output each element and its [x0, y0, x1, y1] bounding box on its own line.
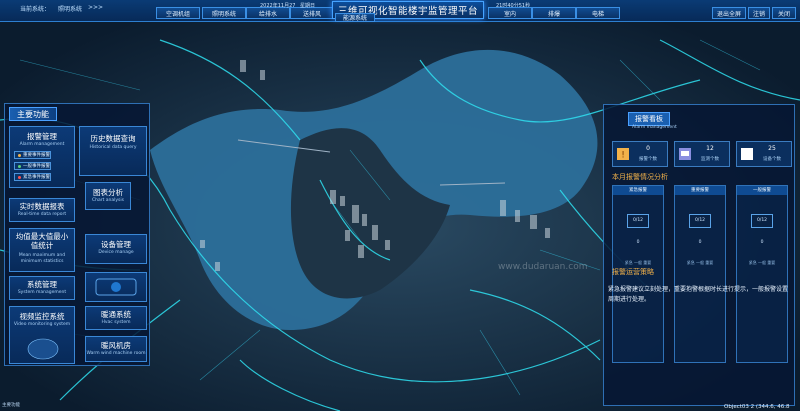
normal-alarm-column: 一般报警 0/12 0 紧急 一般 重要: [736, 185, 788, 363]
device-preview-tile[interactable]: [85, 272, 147, 302]
nav-hvac-button[interactable]: 空调机组: [156, 7, 200, 19]
close-button[interactable]: 关闭: [772, 7, 796, 19]
logout-button[interactable]: 注销: [748, 7, 770, 19]
panel-title: 主要功能: [9, 107, 57, 121]
device-count-stat: 25 设备个数: [736, 141, 792, 167]
history-query-tile[interactable]: 历史数据查询 Historical data query: [79, 126, 147, 176]
main-functions-panel: 主要功能 报警管理 Alarm management 重要事件报警 一般事件报警…: [4, 103, 150, 366]
monthly-alarm-title: 本月报警情况分析: [612, 173, 668, 181]
current-system-value: 照明系统: [58, 6, 83, 13]
nav-energy-button[interactable]: 能源系统: [335, 13, 375, 22]
date-text: 2022年11月27: [260, 3, 296, 9]
nav-indoor-button[interactable]: 室内: [488, 7, 532, 19]
normal-alarm-button[interactable]: 一般事件报警: [14, 162, 51, 170]
warning-icon: !: [617, 148, 629, 160]
weekday-text: 星期日: [300, 3, 316, 9]
statistics-tile[interactable]: 均值最大值最小值统计 Mean maximum and minimum stat…: [9, 228, 75, 272]
monitor-count-stat: 12 监测个数: [674, 141, 730, 167]
warm-wind-room-tile[interactable]: 暖风机房 Warm wind machine room: [85, 336, 147, 362]
footer-label: 主要功能: [2, 403, 20, 408]
alarm-count-stat: ! 0 报警个数: [612, 141, 668, 167]
alarm-board-panel: 报警看板 Alarm management ! 0 报警个数 12 监测个数 2…: [603, 104, 795, 406]
globe-icon: [27, 338, 59, 360]
device-icon: [741, 148, 753, 160]
important-alarm-column: 重要报警 0/12 0 紧急 一般 重要: [674, 185, 726, 363]
alert-dot-icon: [18, 175, 21, 179]
top-bar: 当前系统： 照明系统 >>> 空调机组 照明系统 给排水 送排风 2022年11…: [0, 0, 800, 22]
urgent-alarm-button[interactable]: 紧急事件报警: [14, 173, 51, 181]
device-image-icon: [95, 278, 137, 296]
realtime-report-tile[interactable]: 实时数据报表 Real-time data report: [9, 198, 75, 222]
hvac-system-tile[interactable]: 暖通系统 Hvac system: [85, 306, 147, 330]
nav-lighting-button[interactable]: 照明系统: [202, 7, 246, 19]
breadcrumb-arrow: >>>: [88, 4, 104, 11]
device-management-tile[interactable]: 设备管理 Device manage: [85, 234, 147, 264]
alarm-board-subtitle: Alarm management: [632, 125, 677, 130]
warning-dot-icon: [18, 153, 21, 157]
svg-text:!: !: [621, 151, 625, 161]
nav-elevator-button[interactable]: 电梯: [576, 7, 620, 19]
system-management-tile[interactable]: 系统管理 System management: [9, 276, 75, 300]
object-coordinates-readout: Object03 2 (344.6, 46.8: [724, 404, 790, 410]
strategy-title: 报警运营策略: [612, 268, 654, 276]
chart-analysis-tile[interactable]: 图表分析 Chart analysis: [85, 182, 131, 210]
alarm-board-title: 报警看板: [628, 112, 670, 126]
important-alarm-button[interactable]: 重要事件报警: [14, 151, 51, 159]
fullscreen-exit-button[interactable]: 退出全屏: [712, 7, 746, 19]
current-system-label: 当前系统：: [20, 6, 51, 13]
watermark: www.dudaruan.com: [498, 262, 588, 272]
monitor-icon: [679, 148, 691, 160]
strategy-text: 紧急报警建议立刻处理，重要抱警根据时长进行提示，一般报警设置周期进行处理。: [608, 286, 789, 303]
info-dot-icon: [18, 164, 21, 168]
video-monitoring-tile[interactable]: 视频监控系统 Video monitoring system: [9, 306, 75, 364]
nav-exhaust-button[interactable]: 排爆: [532, 7, 576, 19]
alarm-management-tile[interactable]: 报警管理 Alarm management 重要事件报警 一般事件报警 紧急事件…: [9, 126, 75, 188]
